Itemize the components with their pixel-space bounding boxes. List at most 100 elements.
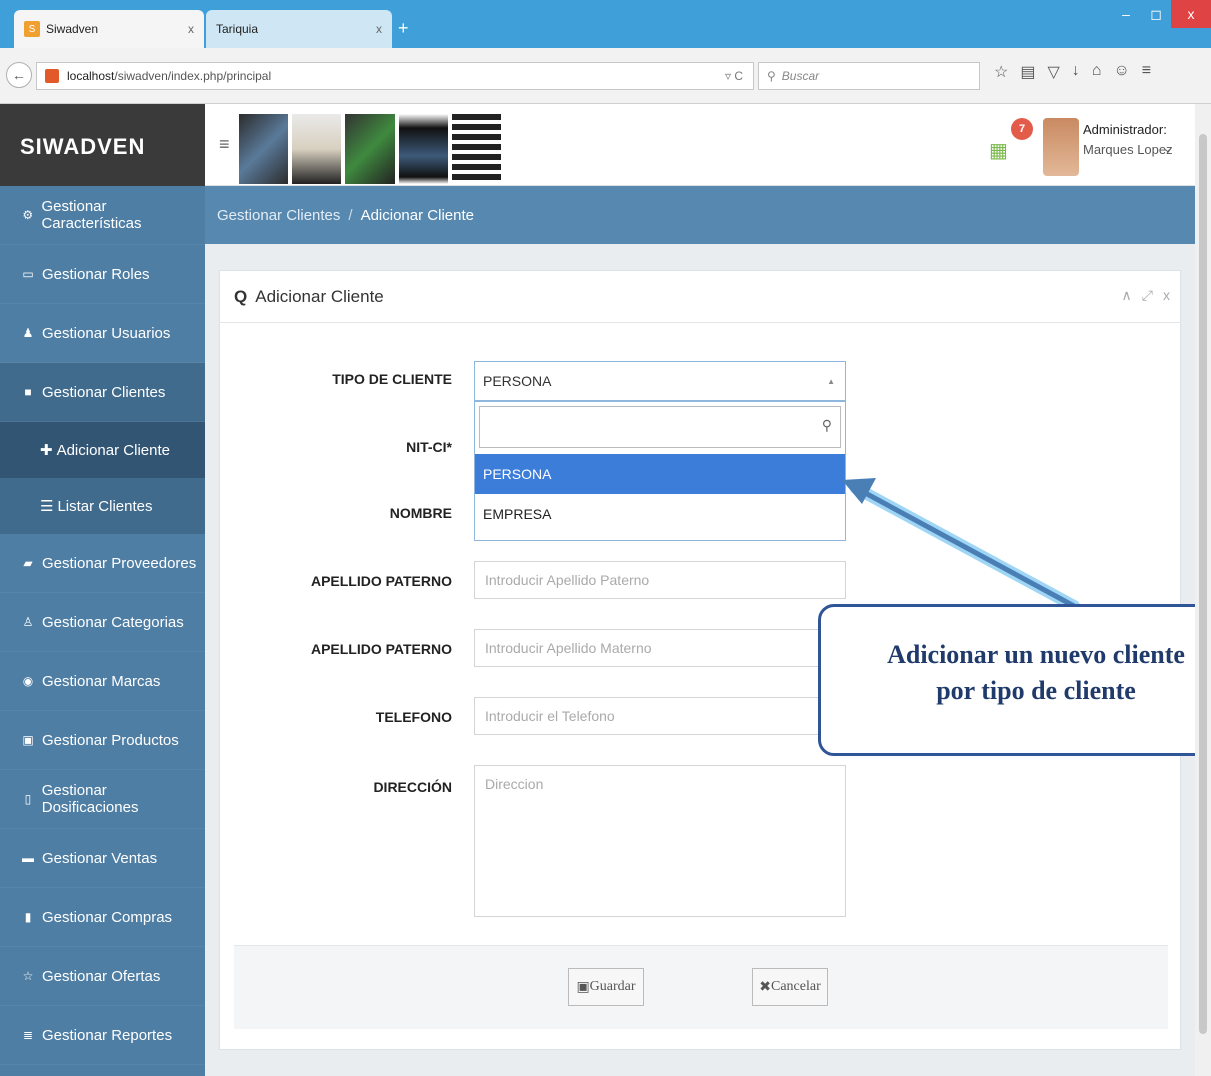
chevron-down-icon[interactable]: ⌄: [1163, 142, 1172, 155]
tab-tariquia[interactable]: Tariquia x: [206, 10, 392, 48]
notification-badge: 7: [1011, 118, 1033, 140]
new-tab-button[interactable]: +: [398, 18, 409, 39]
tipo-cliente-label: TIPO DE CLIENTE: [332, 371, 452, 387]
sidebar-item-caracteristicas[interactable]: ⚙ Gestionar Características: [0, 186, 205, 245]
banner-image-tablet: [239, 114, 289, 184]
sidebar-item-ofertas[interactable]: ☆ Gestionar Ofertas: [0, 947, 205, 1006]
nit-ci-label: NIT-CI*: [406, 439, 452, 455]
calendar-icon[interactable]: ▦: [989, 138, 1008, 163]
panel-tools: ∧ ⤢ x: [1122, 287, 1170, 304]
sidebar-item-label: Gestionar Usuarios: [42, 324, 171, 342]
tipo-cliente-value: PERSONA: [483, 373, 552, 389]
save-button[interactable]: ▣ Guardar: [568, 968, 644, 1006]
sidebar-item-label: Gestionar Roles: [42, 265, 150, 283]
sidebar-item-reportes[interactable]: ≣ Gestionar Reportes: [0, 1006, 205, 1065]
download-icon[interactable]: ↓: [1072, 62, 1080, 82]
telefono-placeholder: Introducir el Telefono: [485, 708, 615, 724]
banner-image-accessories: [451, 114, 502, 184]
book-icon: ▮: [24, 910, 32, 924]
sidebar-item-label: Gestionar Marcas: [42, 672, 161, 690]
telefono-input[interactable]: Introducir el Telefono: [474, 697, 846, 735]
banner-image-rabbit: [292, 114, 342, 184]
window-close-icon[interactable]: x: [1171, 0, 1211, 28]
dropdown-search-input[interactable]: ⚲: [479, 406, 841, 448]
user-name[interactable]: Marques Lopez: [1083, 142, 1173, 157]
breadcrumb-separator: /: [348, 206, 353, 224]
sidebar-item-proveedores[interactable]: ▰ Gestionar Proveedores: [0, 534, 205, 593]
nombre-label: NOMBRE: [389, 505, 452, 521]
product-banner: [239, 114, 502, 184]
option-empresa[interactable]: EMPRESA: [475, 494, 845, 534]
maximize-icon[interactable]: ◻: [1141, 0, 1171, 28]
x-icon: ✖: [759, 979, 771, 995]
apellido-materno-placeholder: Introducir Apellido Materno: [485, 640, 652, 656]
brand-logo[interactable]: SIWADVEN: [20, 134, 145, 160]
url-host: localhost: [67, 69, 115, 83]
url-bar[interactable]: localhost /siwadven/index.php/principal …: [36, 62, 754, 90]
sidebar-item-marcas[interactable]: ◉ Gestionar Marcas: [0, 652, 205, 711]
callout-box: Adicionar un nuevo cliente por tipo de c…: [818, 604, 1211, 756]
close-icon[interactable]: x: [1163, 287, 1170, 304]
telefono-label: TELEFONO: [375, 709, 452, 725]
panel-title: Adicionar Cliente: [255, 286, 384, 306]
apellido-paterno-placeholder: Introducir Apellido Paterno: [485, 572, 650, 588]
expand-icon[interactable]: ⤢: [1142, 287, 1153, 304]
apellido-materno-input[interactable]: Introducir Apellido Materno: [474, 629, 846, 667]
dot-circle-icon: ◉: [22, 674, 34, 688]
callout-text: Adicionar un nuevo cliente por tipo de c…: [821, 637, 1211, 709]
tab-close-icon[interactable]: x: [376, 22, 382, 36]
apellido-paterno-label: APELLIDO PATERNO: [310, 573, 452, 589]
collapse-icon[interactable]: ∧: [1122, 287, 1132, 304]
menu-toggle-icon[interactable]: ≡: [219, 134, 230, 155]
bookmark-star-icon[interactable]: ☆: [994, 62, 1008, 82]
pocket-icon[interactable]: ▽: [1047, 62, 1059, 82]
reading-list-icon[interactable]: ▤: [1020, 62, 1035, 82]
tab-close-icon[interactable]: x: [188, 22, 194, 36]
cancel-label: Cancelar: [770, 979, 821, 994]
avatar[interactable]: [1043, 118, 1079, 176]
apellido-paterno-input[interactable]: Introducir Apellido Paterno: [474, 561, 846, 599]
card-icon: ▭: [22, 267, 34, 281]
minimize-icon[interactable]: –: [1111, 0, 1141, 28]
sidebar-subitem-adicionar-cliente[interactable]: ✚ Adicionar Cliente: [0, 422, 205, 478]
breadcrumb-current: Adicionar Cliente: [360, 206, 474, 224]
scrollbar-thumb[interactable]: [1199, 134, 1207, 1034]
breadcrumb: Gestionar Clientes / Adicionar Cliente: [205, 186, 1195, 244]
sidebar-item-label: Gestionar Categorias: [42, 613, 184, 631]
back-arrow-icon[interactable]: ←: [6, 62, 32, 88]
plus-icon: ✚: [40, 442, 53, 459]
url-path: /siwadven/index.php/principal: [114, 69, 272, 83]
tipo-cliente-dropdown: ⚲ PERSONA EMPRESA: [474, 401, 846, 541]
menu-icon[interactable]: ≡: [1142, 62, 1151, 82]
direccion-textarea[interactable]: Direccion: [474, 765, 846, 917]
cancel-button[interactable]: ✖ Cancelar: [752, 968, 828, 1006]
search-icon: ⚲: [821, 417, 832, 433]
browser-search-input[interactable]: ⚲ Buscar: [758, 62, 980, 90]
sidebar-item-productos[interactable]: ▣ Gestionar Productos: [0, 711, 205, 770]
sidebar-item-usuarios[interactable]: ♟ Gestionar Usuarios: [0, 304, 205, 363]
user-role[interactable]: Administrador:: [1083, 122, 1167, 137]
sidebar-subitem-listar-clientes[interactable]: ☰ Listar Clientes: [0, 478, 205, 534]
sidebar-item-clientes[interactable]: ■ Gestionar Clientes: [0, 363, 205, 422]
chat-icon[interactable]: ☺: [1113, 62, 1129, 82]
breadcrumb-parent[interactable]: Gestionar Clientes: [217, 207, 340, 224]
sidebar-item-label: Gestionar Ofertas: [42, 967, 161, 985]
reload-icon[interactable]: ▿ C: [725, 69, 743, 83]
home-icon[interactable]: ⌂: [1092, 62, 1102, 82]
sidebar-item-label: Gestionar Características: [41, 198, 142, 232]
tab-siwadven[interactable]: S Siwadven x: [14, 10, 204, 48]
sidebar-item-ventas[interactable]: ▬ Gestionar Ventas: [0, 829, 205, 888]
sidebar-item-roles[interactable]: ▭ Gestionar Roles: [0, 245, 205, 304]
sidebar-item-categorias[interactable]: ♙ Gestionar Categorias: [0, 593, 205, 652]
banner-image-tablet-green: [345, 114, 395, 184]
caret-up-icon: ▲: [827, 376, 835, 386]
sidebar-item-compras[interactable]: ▮ Gestionar Compras: [0, 888, 205, 947]
sidebar-item-label: Gestionar Reportes: [42, 1026, 173, 1044]
option-persona[interactable]: PERSONA: [475, 454, 845, 494]
page-scrollbar[interactable]: [1195, 104, 1211, 1076]
file-icon: ▯: [24, 792, 32, 806]
tipo-cliente-select[interactable]: PERSONA ▲: [474, 361, 846, 401]
callout-line1: Adicionar un nuevo cliente: [887, 640, 1185, 669]
star-icon: ☆: [22, 969, 34, 983]
sidebar-item-dosificaciones[interactable]: ▯ Gestionar Dosificaciones: [0, 770, 205, 829]
